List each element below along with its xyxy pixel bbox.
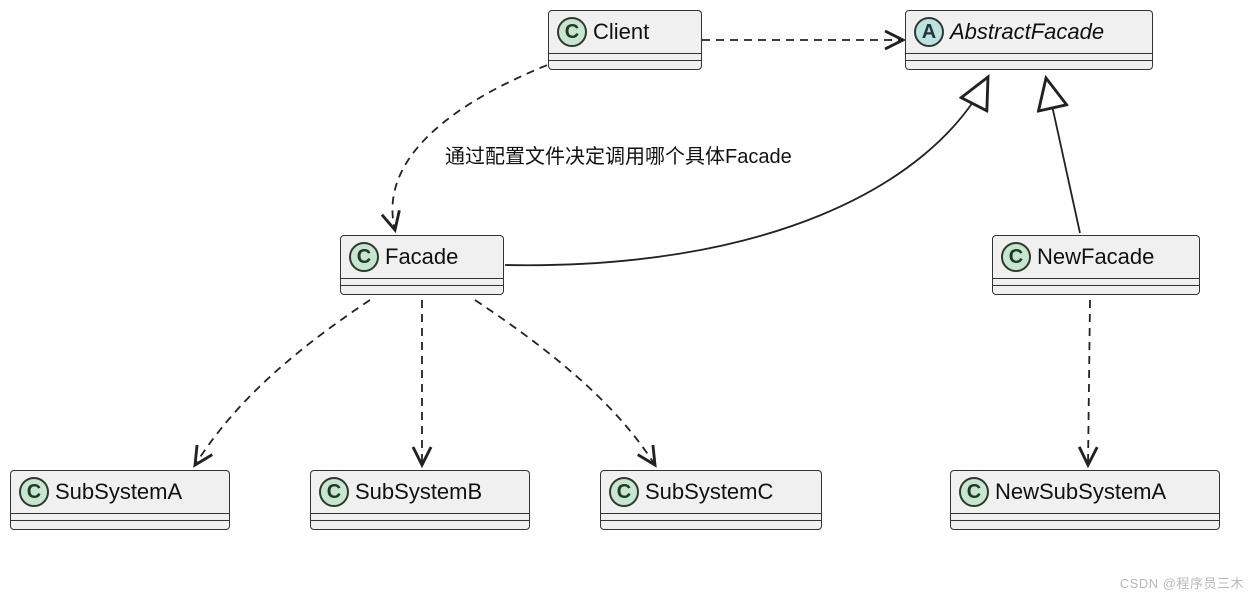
edge-newfacade-abstractfacade bbox=[1046, 78, 1080, 233]
class-icon: C bbox=[349, 242, 379, 272]
node-label: NewSubSystemA bbox=[995, 479, 1172, 505]
abstract-icon: A bbox=[914, 17, 944, 47]
edge-facade-subsystemc bbox=[475, 300, 655, 465]
node-label: AbstractFacade bbox=[950, 19, 1110, 45]
node-label: Client bbox=[593, 19, 655, 45]
edge-annotation: 通过配置文件决定调用哪个具体Facade bbox=[445, 140, 792, 169]
node-label: NewFacade bbox=[1037, 244, 1160, 270]
class-icon: C bbox=[1001, 242, 1031, 272]
edge-facade-abstractfacade bbox=[505, 77, 988, 265]
class-icon: C bbox=[609, 477, 639, 507]
node-subsystem-a: C SubSystemA bbox=[10, 470, 230, 530]
node-subsystem-b: C SubSystemB bbox=[310, 470, 530, 530]
class-icon: C bbox=[557, 17, 587, 47]
node-label: SubSystemB bbox=[355, 479, 488, 505]
watermark: CSDN @程序员三木 bbox=[1120, 573, 1244, 592]
node-new-facade: C NewFacade bbox=[992, 235, 1200, 295]
node-label: SubSystemC bbox=[645, 479, 779, 505]
class-icon: C bbox=[959, 477, 989, 507]
node-client: C Client bbox=[548, 10, 702, 70]
node-label: Facade bbox=[385, 244, 464, 270]
node-facade: C Facade bbox=[340, 235, 504, 295]
node-label: SubSystemA bbox=[55, 479, 188, 505]
edge-newfacade-newsubsystema bbox=[1088, 300, 1090, 465]
class-icon: C bbox=[19, 477, 49, 507]
node-subsystem-c: C SubSystemC bbox=[600, 470, 822, 530]
node-abstract-facade: A AbstractFacade bbox=[905, 10, 1153, 70]
class-icon: C bbox=[319, 477, 349, 507]
edge-facade-subsystema bbox=[195, 300, 370, 465]
node-new-subsystem-a: C NewSubSystemA bbox=[950, 470, 1220, 530]
